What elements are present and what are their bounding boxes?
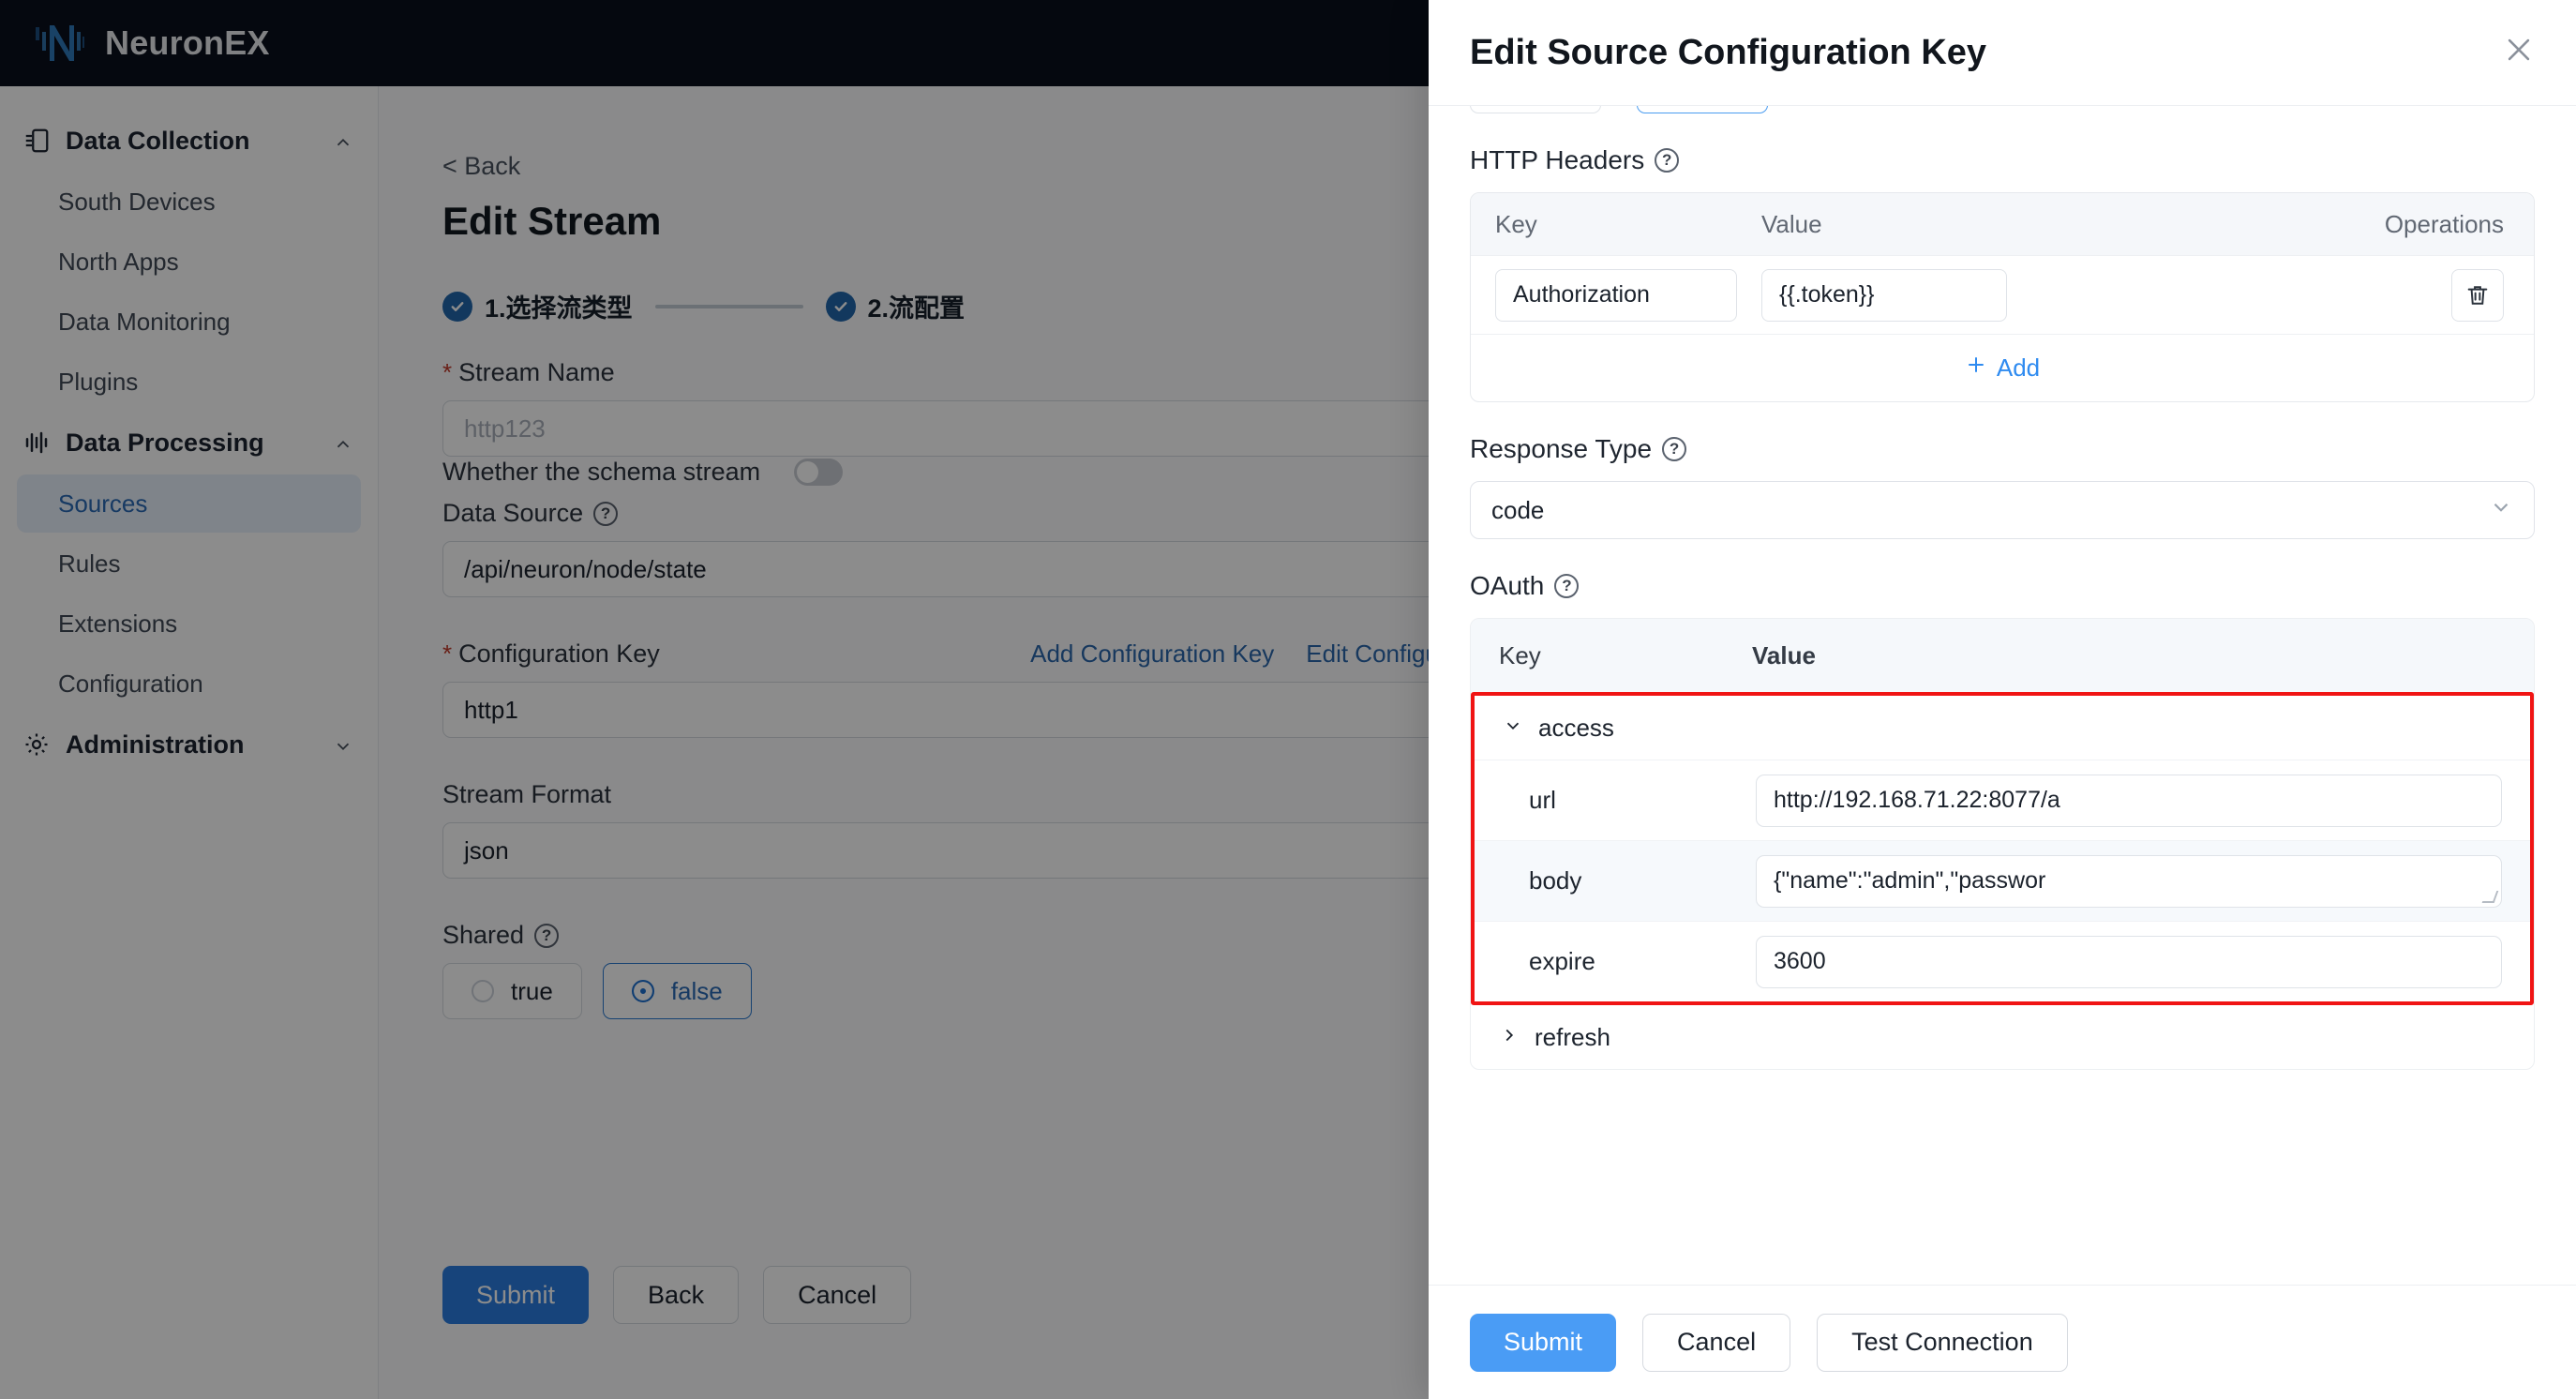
column-header-key: Key (1499, 640, 1541, 669)
plus-icon (1965, 354, 1987, 383)
drawer-body: HTTP Headers ? Key Value Operations Auth… (1429, 105, 2576, 1285)
oauth-body-textarea[interactable]: {"name":"admin","passwor (1756, 854, 2502, 908)
access-group-highlight: access url http://192.168.71.22:8077/a b… (1471, 692, 2534, 1005)
drawer-title: Edit Source Configuration Key (1470, 32, 1987, 72)
help-icon[interactable]: ? (1662, 437, 1687, 461)
oauth-table: Key Value access url http://192.168.71.2… (1470, 618, 2535, 1070)
column-header-value: Value (1752, 640, 1816, 669)
oauth-group-access[interactable]: access (1475, 696, 2530, 760)
oauth-header-row: Key Value (1471, 619, 2534, 692)
table-header-row: Key Value Operations (1471, 193, 2534, 255)
drawer-header: Edit Source Configuration Key (1429, 0, 2576, 105)
drawer-cancel-button[interactable]: Cancel (1642, 1313, 1791, 1372)
response-type-label: Response Type ? (1470, 434, 2535, 464)
oauth-group-refresh[interactable]: refresh (1471, 1005, 2534, 1069)
chevron-right-icon (1499, 1023, 1520, 1052)
oauth-group-label: access (1538, 713, 1614, 742)
clipped-radio-option-2-selected[interactable] (1637, 106, 1768, 113)
drawer-footer: Submit Cancel Test Connection (1429, 1285, 2576, 1399)
add-header-label: Add (1996, 354, 2041, 382)
header-key-input[interactable]: Authorization (1495, 268, 1737, 322)
help-icon[interactable]: ? (1655, 148, 1680, 173)
chevron-down-icon (1503, 714, 1523, 743)
column-header-value: Value (1761, 209, 1822, 238)
oauth-row-expire: expire 3600 (1475, 921, 2530, 1001)
drawer-submit-button[interactable]: Submit (1470, 1313, 1617, 1372)
clipped-radio-option-1[interactable] (1470, 106, 1601, 113)
oauth-url-input[interactable]: http://192.168.71.22:8077/a (1756, 774, 2502, 827)
header-value-input[interactable]: {{.token}} (1761, 268, 2007, 322)
http-headers-table: Key Value Operations Authorization {{.to… (1470, 192, 2535, 402)
add-header-button[interactable]: Add (1471, 334, 2534, 401)
test-connection-button[interactable]: Test Connection (1817, 1313, 2068, 1372)
oauth-row-url: url http://192.168.71.22:8077/a (1475, 760, 2530, 840)
oauth-expire-input[interactable]: 3600 (1756, 935, 2502, 988)
oauth-group-label: refresh (1535, 1022, 1610, 1051)
modal-overlay[interactable] (0, 0, 1429, 1399)
table-row: Authorization {{.token}} (1471, 255, 2534, 334)
help-icon[interactable]: ? (1554, 574, 1580, 598)
column-header-operations: Operations (2384, 209, 2504, 238)
chevron-down-icon (2489, 495, 2513, 526)
close-icon[interactable] (2503, 34, 2535, 72)
clipped-radio-group (1470, 106, 2535, 113)
oauth-key-label: body (1529, 866, 1582, 895)
response-type-select[interactable]: code (1470, 481, 2535, 539)
edit-source-configuration-key-drawer: Edit Source Configuration Key HTTP Heade… (1429, 0, 2576, 1399)
oauth-key-label: expire (1529, 947, 1595, 975)
oauth-row-body: body {"name":"admin","passwor (1475, 840, 2530, 921)
http-headers-label: HTTP Headers ? (1470, 145, 2535, 175)
column-header-key: Key (1495, 209, 1537, 238)
oauth-key-label: url (1529, 786, 1556, 814)
response-type-value: code (1491, 495, 1545, 524)
trash-icon[interactable] (2451, 268, 2504, 322)
oauth-label: OAuth ? (1470, 571, 2535, 601)
